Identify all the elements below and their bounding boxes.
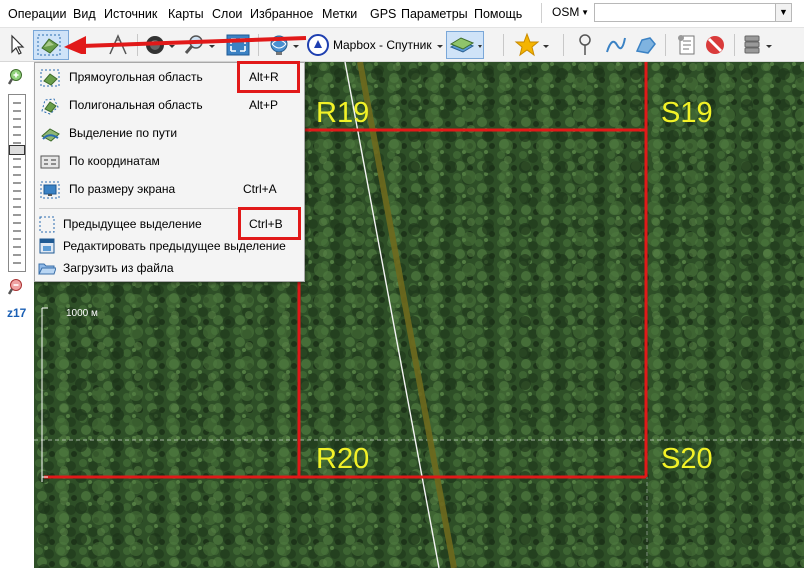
map-source-value: OSM — [552, 5, 580, 19]
menu-maps[interactable]: Карты — [168, 7, 204, 21]
menu-item-label: Загрузить из файла — [63, 261, 174, 275]
menu-item-shortcut: Alt+P — [249, 98, 279, 112]
edit-selection-icon — [39, 238, 55, 254]
previous-selection-icon — [39, 216, 55, 233]
menu-item-shortcut: Ctrl+A — [243, 182, 277, 196]
toolbar-separator — [563, 34, 564, 56]
folder-icon — [38, 263, 56, 275]
zoom-slider[interactable] — [8, 94, 26, 272]
menu-marks[interactable]: Метки — [322, 7, 357, 21]
menu-layers[interactable]: Слои — [212, 7, 242, 21]
path-selection-icon — [41, 128, 60, 142]
add-polygon-button[interactable] — [634, 32, 658, 58]
menu-settings[interactable]: Параметры — [401, 7, 468, 21]
menu-item-label: По размеру экрана — [69, 182, 176, 196]
favorites-button[interactable] — [514, 32, 542, 58]
cache-button[interactable] — [741, 32, 763, 58]
search-input[interactable] — [594, 3, 792, 22]
menu-operations[interactable]: Операции — [8, 7, 66, 21]
scale-label: 1000 м — [66, 308, 98, 319]
menu-help[interactable]: Помощь — [474, 7, 522, 21]
menu-favorites[interactable]: Избранное — [250, 7, 313, 21]
map-pin-icon — [579, 34, 591, 55]
menu-item-label: Предыдущее выделение — [63, 217, 202, 231]
menu-item-label: По координатам — [69, 154, 160, 168]
zoom-out-icon — [7, 279, 22, 295]
chevron-down-icon[interactable] — [436, 32, 444, 58]
menu-item-load-from-file[interactable]: Загрузить из файла — [35, 255, 304, 281]
pointer-button[interactable] — [6, 32, 28, 58]
toolbar-separator — [734, 34, 735, 56]
selection-dropdown-menu: Прямоугольная область Alt+R Полигональна… — [34, 62, 305, 282]
menu-gps[interactable]: GPS — [370, 7, 396, 21]
zoom-slider-handle[interactable] — [9, 145, 25, 155]
shortcut-highlight-box — [238, 207, 301, 240]
star-icon — [514, 32, 540, 57]
menu-item-label: Редактировать предыдущее выделение — [63, 239, 286, 253]
layers-button[interactable] — [446, 31, 484, 59]
menu-item-label: Прямоугольная область — [69, 70, 203, 84]
menu-item-polygon-area[interactable]: Полигональная область Alt+P — [35, 92, 304, 118]
zoom-scale-ticks — [13, 102, 21, 264]
polygon-icon — [635, 37, 656, 54]
menu-item-label: Выделение по пути — [69, 126, 178, 140]
screen-size-icon — [40, 181, 60, 199]
chevron-down-icon[interactable] — [765, 32, 773, 58]
map-source-select[interactable]: OSM ▼ — [548, 3, 590, 22]
grid-label-s20: S20 — [661, 443, 713, 475]
grid-label-s19: S19 — [661, 97, 713, 129]
zoom-out-button[interactable] — [7, 278, 26, 296]
chevron-down-icon[interactable] — [542, 32, 550, 58]
shortcut-highlight-box — [237, 61, 300, 93]
menu-item-path-selection[interactable]: Выделение по пути — [35, 120, 304, 146]
marks-list-icon — [678, 35, 695, 55]
coordinates-icon — [40, 155, 60, 169]
zoom-in-button[interactable] — [7, 68, 26, 86]
database-icon — [744, 35, 760, 54]
rect-selection-icon — [40, 69, 60, 87]
cursor-arrow-icon — [11, 34, 25, 55]
polygon-selection-icon — [41, 98, 59, 115]
path-icon — [606, 37, 626, 53]
zoom-in-icon — [7, 69, 22, 85]
grid-label-r19: R19 — [316, 97, 370, 129]
chevron-down-icon: ▼ — [779, 7, 788, 17]
toolbar-separator — [503, 34, 504, 56]
search-dropdown-button[interactable]: ▼ — [775, 3, 792, 22]
layers-icon — [449, 37, 482, 53]
forbidden-icon — [706, 36, 724, 54]
add-placemark-button[interactable] — [574, 32, 596, 58]
menu-source[interactable]: Источник — [104, 7, 157, 21]
menu-item-by-coordinates[interactable]: По координатам — [35, 148, 304, 174]
grid-label-r20: R20 — [316, 443, 370, 475]
menu-view[interactable]: Вид — [73, 7, 96, 21]
menu-item-label: Полигональная область — [69, 98, 203, 112]
marks-manager-button[interactable] — [675, 32, 699, 58]
menu-bar: Операции Вид Источник Карты Слои Избранн… — [0, 0, 804, 28]
zoom-panel: z17 — [0, 62, 34, 568]
hide-marks-button[interactable] — [703, 32, 727, 58]
menu-divider — [541, 3, 542, 23]
add-path-button[interactable] — [604, 32, 628, 58]
chevron-down-icon: ▼ — [581, 8, 589, 17]
zoom-level-label: z17 — [7, 306, 27, 320]
annotation-arrow-icon — [64, 36, 307, 54]
toolbar-separator — [665, 34, 666, 56]
menu-item-by-screen-size[interactable]: По размеру экрана Ctrl+A — [35, 176, 304, 202]
map-type-label[interactable]: Mapbox - Спутник — [333, 38, 432, 52]
